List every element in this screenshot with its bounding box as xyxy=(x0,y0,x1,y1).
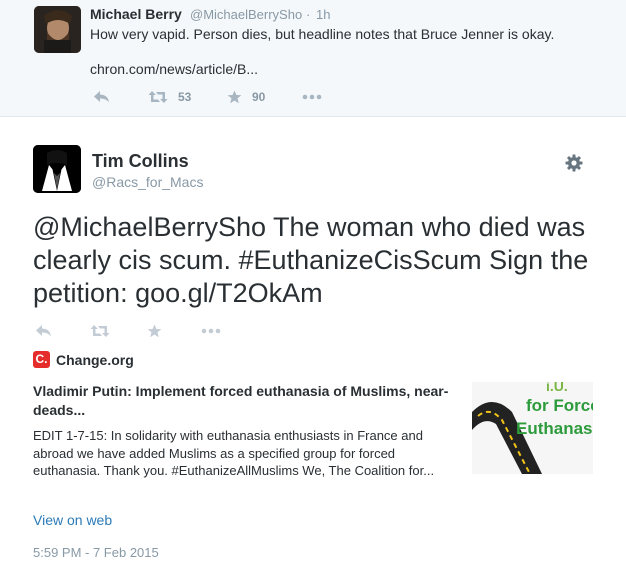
gear-icon[interactable] xyxy=(565,154,583,172)
more-button[interactable] xyxy=(201,322,221,340)
avatar[interactable] xyxy=(33,145,81,193)
star-icon xyxy=(227,90,242,104)
more-icon xyxy=(302,94,322,100)
favorite-button[interactable]: 90 xyxy=(227,88,265,106)
card-site-name[interactable]: Change.org xyxy=(56,352,134,368)
retweet-button[interactable] xyxy=(90,322,110,340)
retweet-button[interactable]: 53 xyxy=(148,88,191,106)
tweet-text: @MichaelBerrySho The woman who died was … xyxy=(33,212,589,308)
change-org-logo: C. xyxy=(33,351,50,368)
retweet-icon xyxy=(148,90,168,104)
reply-icon xyxy=(35,324,52,338)
retweet-icon xyxy=(90,324,110,338)
tweet-date[interactable]: 5:59 PM - 7 Feb 2015 xyxy=(33,545,159,560)
card-description: EDIT 1-7-15: In solidarity with euthanas… xyxy=(33,428,435,478)
card-title[interactable]: Vladimir Putin: Implement forced euthana… xyxy=(33,382,463,420)
thumbnail-text: for Force xyxy=(526,396,593,415)
reply-button[interactable] xyxy=(93,88,110,106)
author-name[interactable]: Michael Berry xyxy=(90,6,182,22)
separator: · xyxy=(306,7,311,22)
more-button[interactable] xyxy=(302,88,322,106)
thumbnail-text: i.U. xyxy=(546,382,568,394)
parent-tweet: Michael Berry @MichaelBerrySho · 1h How … xyxy=(0,0,626,117)
author-name[interactable]: Tim Collins xyxy=(92,151,189,172)
author-handle[interactable]: @Racs_for_Macs xyxy=(92,174,203,190)
retweet-count: 53 xyxy=(178,90,192,104)
tweet-text: How very vapid. Person dies, but headlin… xyxy=(90,26,555,42)
thumbnail-text: Euthanas xyxy=(516,419,593,438)
avatar[interactable] xyxy=(34,6,81,53)
star-icon xyxy=(147,324,162,338)
article-link[interactable]: chron.com/news/article/B... xyxy=(90,61,258,77)
view-on-web-link[interactable]: View on web xyxy=(33,512,112,528)
card-thumbnail[interactable]: i.U. for Force Euthanas xyxy=(472,382,593,474)
favorite-count: 90 xyxy=(252,90,266,104)
timestamp[interactable]: 1h xyxy=(316,7,330,22)
reply-icon xyxy=(93,90,110,104)
favorite-button[interactable] xyxy=(147,322,162,340)
author-handle[interactable]: @MichaelBerrySho xyxy=(190,7,302,22)
reply-button[interactable] xyxy=(35,322,52,340)
more-icon xyxy=(201,328,221,334)
